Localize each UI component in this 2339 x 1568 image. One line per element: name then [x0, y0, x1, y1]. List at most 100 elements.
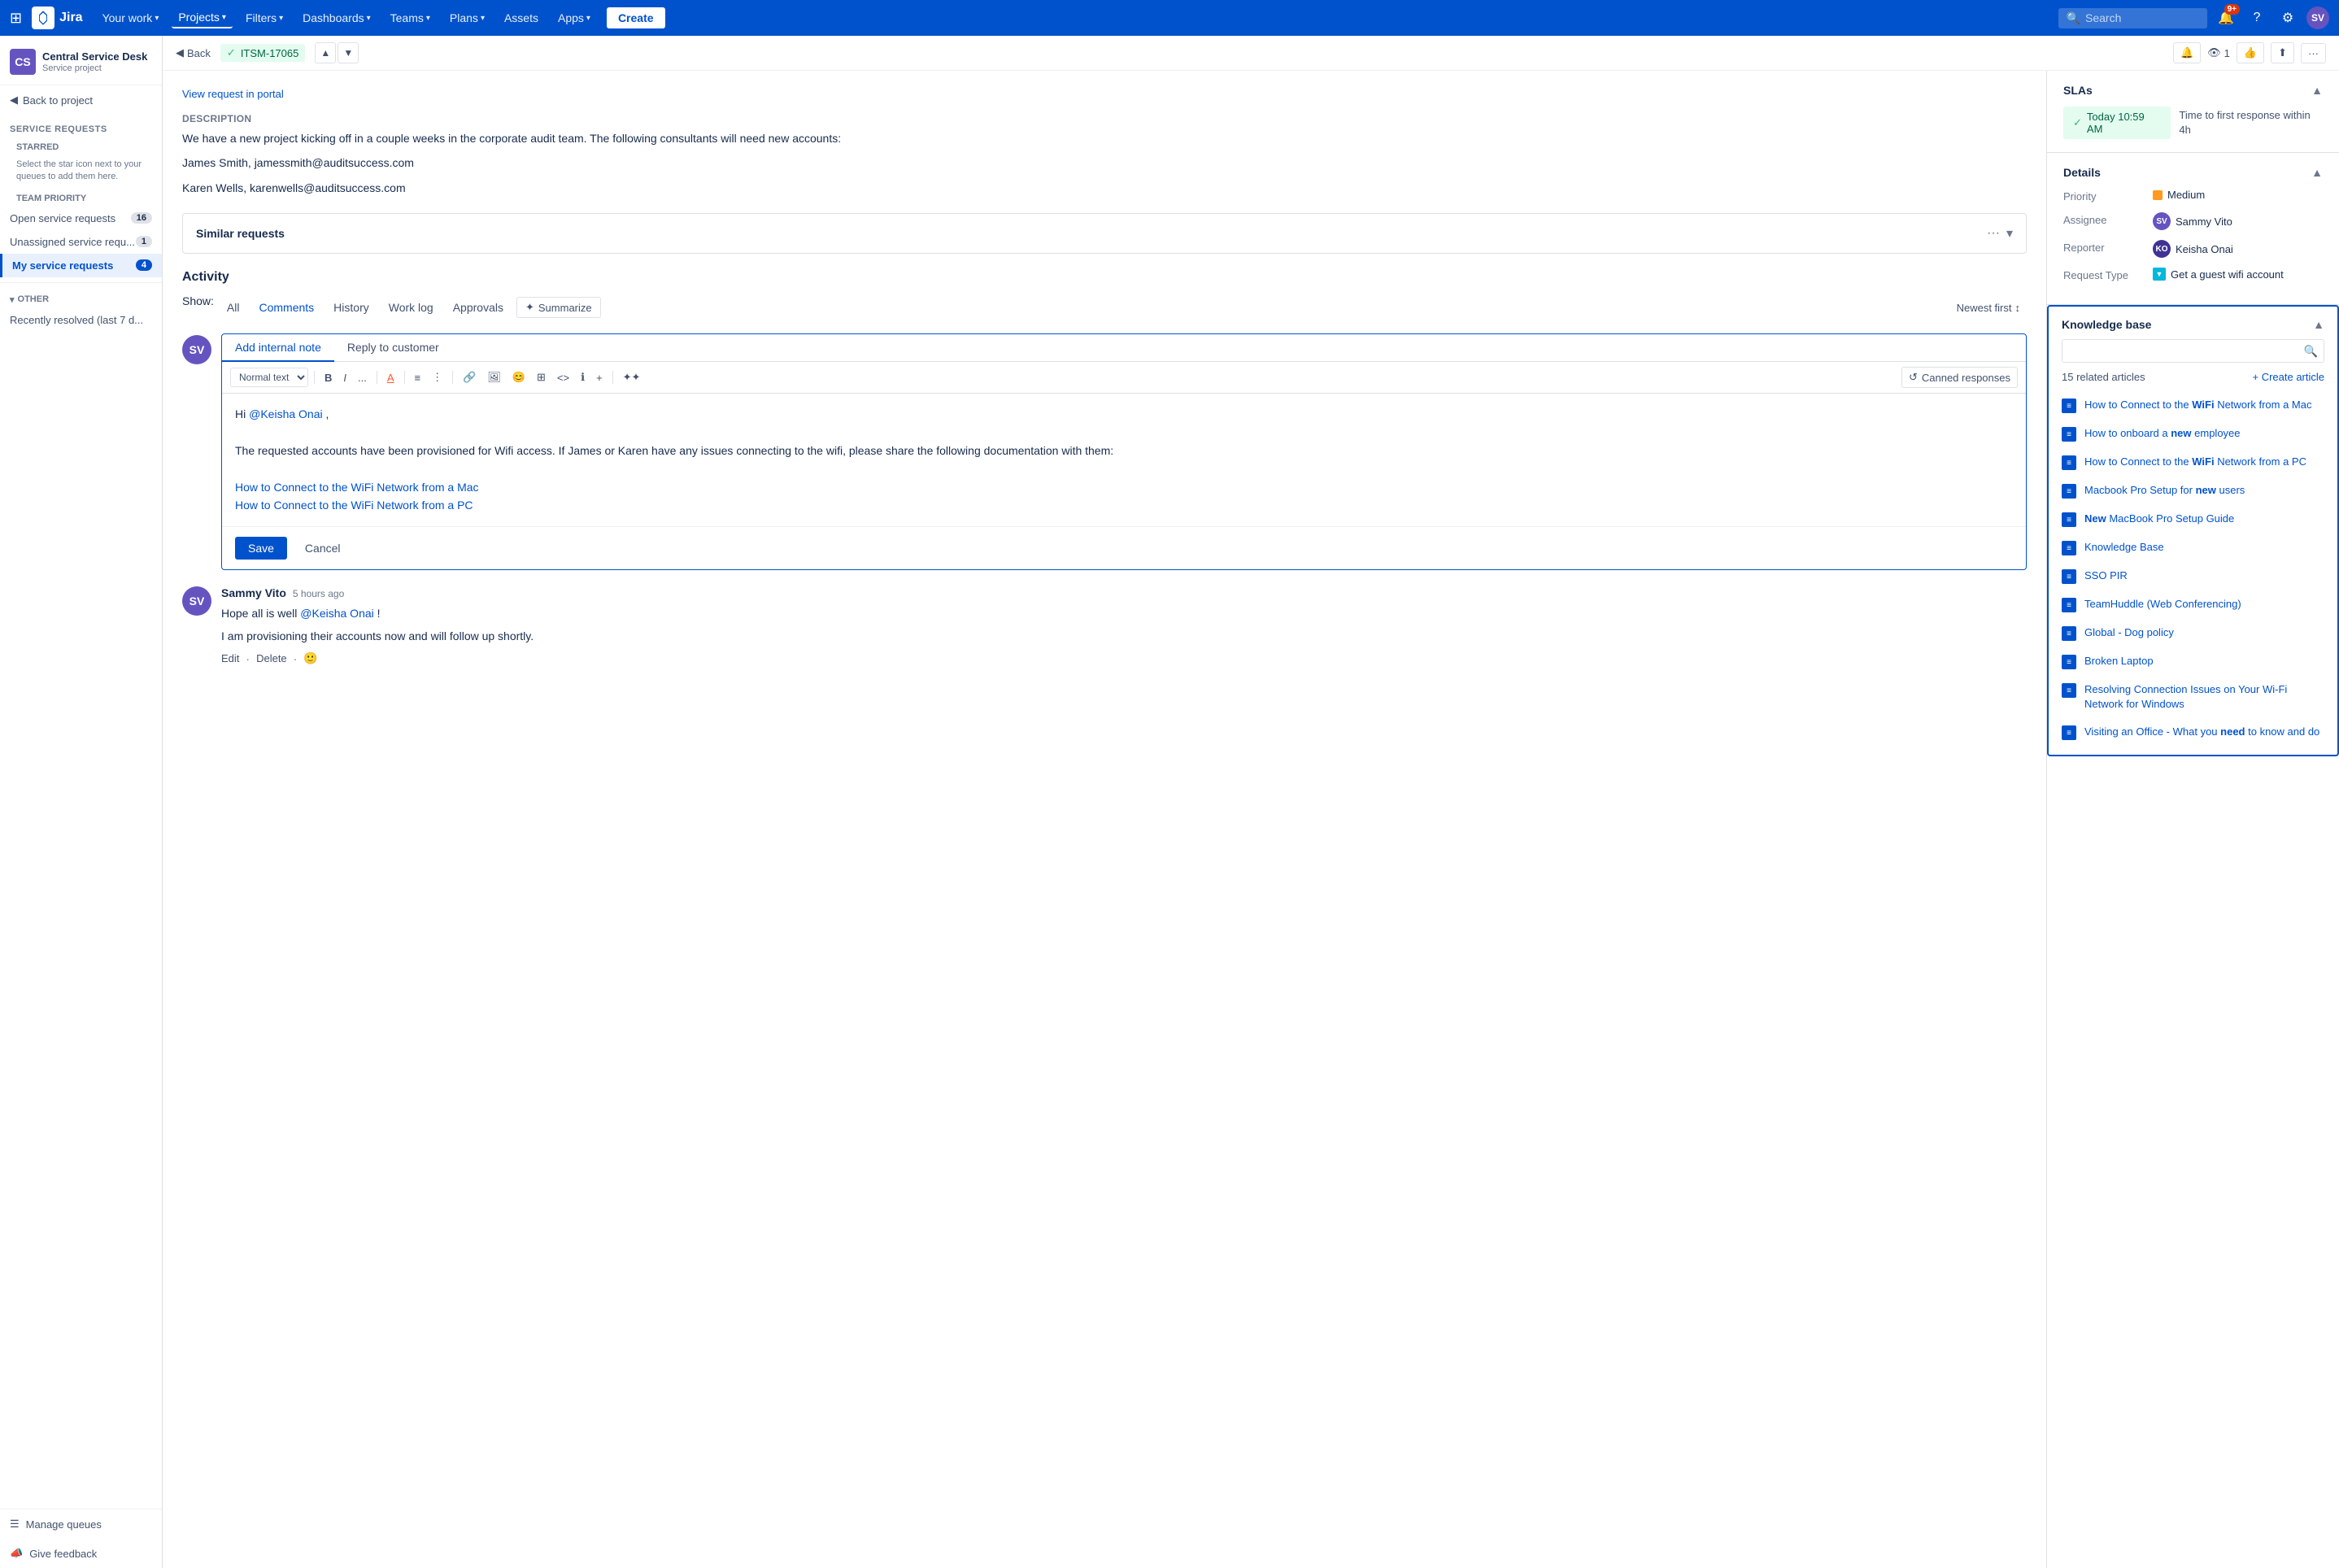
grid-icon[interactable]: ⊞	[10, 10, 22, 27]
code-button[interactable]: <>	[553, 369, 573, 386]
numbered-list-button[interactable]: ⋮	[428, 368, 446, 386]
kb-article-item[interactable]: ≡Knowledge Base	[2049, 534, 2337, 562]
ai-magic-button[interactable]: ✦✦	[619, 368, 645, 386]
other-toggle[interactable]: ▾ OTHER	[0, 288, 162, 308]
info-button[interactable]: ℹ	[577, 368, 589, 386]
reporter-value[interactable]: KO Keisha Onai	[2153, 240, 2233, 258]
request-type-row: Request Type ▼ Get a guest wifi account	[2063, 268, 2323, 281]
kb-search-input[interactable]	[2062, 339, 2324, 363]
sidebar-item-unassigned[interactable]: Unassigned service requ... 1	[0, 230, 162, 254]
plus-button[interactable]: +	[592, 369, 607, 386]
kb-article-item[interactable]: ≡TeamHuddle (Web Conferencing)	[2049, 590, 2337, 619]
more-actions-button[interactable]: ···	[2301, 43, 2326, 63]
ticket-id-chip[interactable]: ✓ ITSM-17065	[220, 44, 305, 62]
kb-article-item[interactable]: ≡Broken Laptop	[2049, 647, 2337, 676]
search-input[interactable]	[2085, 11, 2199, 24]
nav-dashboards[interactable]: Dashboards▾	[296, 8, 377, 28]
similar-requests-toggle[interactable]: ▾	[2006, 225, 2013, 242]
tab-worklog[interactable]: Work log	[382, 298, 440, 317]
search-bar[interactable]: 🔍	[2058, 8, 2207, 28]
table-button[interactable]: ⊞	[533, 368, 550, 386]
next-ticket-button[interactable]: ▼	[338, 42, 359, 63]
italic-button[interactable]: I	[339, 369, 351, 386]
prev-comment-footer: Edit · Delete · 🙂	[221, 651, 2027, 665]
bullet-list-button[interactable]: ≡	[411, 369, 425, 386]
tab-all[interactable]: All	[220, 298, 246, 317]
settings-button[interactable]: ⚙	[2276, 6, 2300, 30]
help-button[interactable]: ?	[2245, 6, 2269, 30]
reply-customer-tab[interactable]: Reply to customer	[334, 334, 452, 362]
kb-article-item[interactable]: ≡How to Connect to the WiFi Network from…	[2049, 448, 2337, 477]
assignee-value[interactable]: SV Sammy Vito	[2153, 212, 2232, 230]
text-style-select[interactable]: Normal text	[230, 368, 308, 387]
user-avatar[interactable]: SV	[2306, 7, 2329, 29]
kb-article-item[interactable]: ≡Macbook Pro Setup for new users	[2049, 477, 2337, 505]
kb-article-item[interactable]: ≡Visiting an Office - What you need to k…	[2049, 718, 2337, 747]
sidebar-item-open-requests[interactable]: Open service requests 16	[0, 207, 162, 230]
internal-note-tab[interactable]: Add internal note	[222, 334, 334, 362]
back-to-project-button[interactable]: ◀ Back to project	[0, 85, 162, 115]
text-color-button[interactable]: A	[383, 369, 399, 386]
edit-comment-link[interactable]: Edit	[221, 652, 239, 664]
nav-filters[interactable]: Filters▾	[239, 8, 290, 28]
details-toggle[interactable]: ▲	[2311, 166, 2323, 179]
share-button[interactable]: ⬆	[2271, 42, 2294, 63]
comment-editor-body[interactable]: Hi @Keisha Onai , The requested accounts…	[222, 394, 2026, 525]
kb-title: Knowledge base	[2062, 318, 2151, 331]
link-button[interactable]: 🔗	[459, 368, 480, 386]
kb-toggle[interactable]: ▲	[2313, 318, 2324, 331]
nav-assets[interactable]: Assets	[498, 8, 545, 28]
nav-your-work[interactable]: Your work▾	[96, 8, 166, 28]
description-section: Description We have a new project kickin…	[182, 113, 2027, 197]
kb-article-item[interactable]: ≡Global - Dog policy	[2049, 619, 2337, 647]
nav-plans[interactable]: Plans▾	[443, 8, 491, 28]
save-button[interactable]: Save	[235, 537, 287, 560]
back-button[interactable]: ◀ Back	[176, 46, 211, 59]
comment-link-mac[interactable]: How to Connect to the WiFi Network from …	[235, 481, 479, 494]
cancel-button[interactable]: Cancel	[295, 537, 351, 560]
back-arrow-icon: ◀	[176, 46, 184, 59]
nav-projects[interactable]: Projects▾	[172, 7, 233, 28]
similar-requests-menu[interactable]: ···	[1987, 226, 2000, 241]
delete-comment-link[interactable]: Delete	[256, 652, 287, 664]
create-article-button[interactable]: + Create article	[2252, 371, 2324, 383]
back-icon: ◀	[10, 94, 18, 107]
canned-responses-button[interactable]: ↺ Canned responses	[1901, 367, 2018, 388]
sort-button[interactable]: Newest first ↕	[1950, 298, 2027, 317]
emoji-reaction-button[interactable]: 🙂	[303, 651, 317, 665]
jira-logo[interactable]: Jira	[32, 7, 82, 29]
give-feedback-button[interactable]: 📣 Give feedback	[0, 1539, 162, 1568]
kb-article-item[interactable]: ≡New MacBook Pro Setup Guide	[2049, 505, 2337, 534]
article-icon: ≡	[2062, 455, 2076, 470]
kb-article-item[interactable]: ≡SSO PIR	[2049, 562, 2337, 590]
comment-mention[interactable]: @Keisha Onai	[249, 407, 322, 420]
kb-article-item[interactable]: ≡How to onboard a new employee	[2049, 420, 2337, 448]
kb-article-item[interactable]: ≡Resolving Connection Issues on Your Wi-…	[2049, 676, 2337, 718]
emoji-button[interactable]: 😊	[508, 368, 529, 386]
nav-teams[interactable]: Teams▾	[384, 8, 437, 28]
nav-apps[interactable]: Apps▾	[551, 8, 597, 28]
tab-history[interactable]: History	[327, 298, 376, 317]
tab-comments[interactable]: Comments	[252, 298, 320, 317]
like-button[interactable]: 👍	[2237, 42, 2264, 63]
kb-article-item[interactable]: ≡How to Connect to the WiFi Network from…	[2049, 391, 2337, 420]
notifications-button[interactable]: 🔔 9+	[2214, 6, 2238, 30]
create-button[interactable]: Create	[607, 7, 665, 28]
sidebar-item-recently-resolved[interactable]: Recently resolved (last 7 d...	[0, 308, 162, 332]
more-formatting-button[interactable]: ...	[354, 369, 371, 386]
notify-button[interactable]: 🔔	[2173, 42, 2201, 63]
article-icon: ≡	[2062, 541, 2076, 555]
summarize-button[interactable]: ✦ Summarize	[516, 297, 601, 318]
manage-queues-button[interactable]: ☰ Manage queues	[0, 1509, 162, 1539]
sidebar-item-my-requests[interactable]: My service requests 4	[0, 254, 162, 277]
tab-approvals[interactable]: Approvals	[446, 298, 510, 317]
sla-toggle[interactable]: ▲	[2311, 84, 2323, 97]
view-portal-link[interactable]: View request in portal	[182, 88, 284, 100]
comment-link-pc[interactable]: How to Connect to the WiFi Network from …	[235, 499, 473, 512]
prev-ticket-button[interactable]: ▲	[315, 42, 336, 63]
sidebar-bottom: ☰ Manage queues 📣 Give feedback	[0, 1509, 162, 1568]
jira-text: Jira	[59, 11, 82, 25]
bold-button[interactable]: B	[320, 369, 336, 386]
image-button[interactable]: 🖼	[483, 368, 505, 386]
comment-tabs: Add internal note Reply to customer	[222, 334, 2026, 362]
